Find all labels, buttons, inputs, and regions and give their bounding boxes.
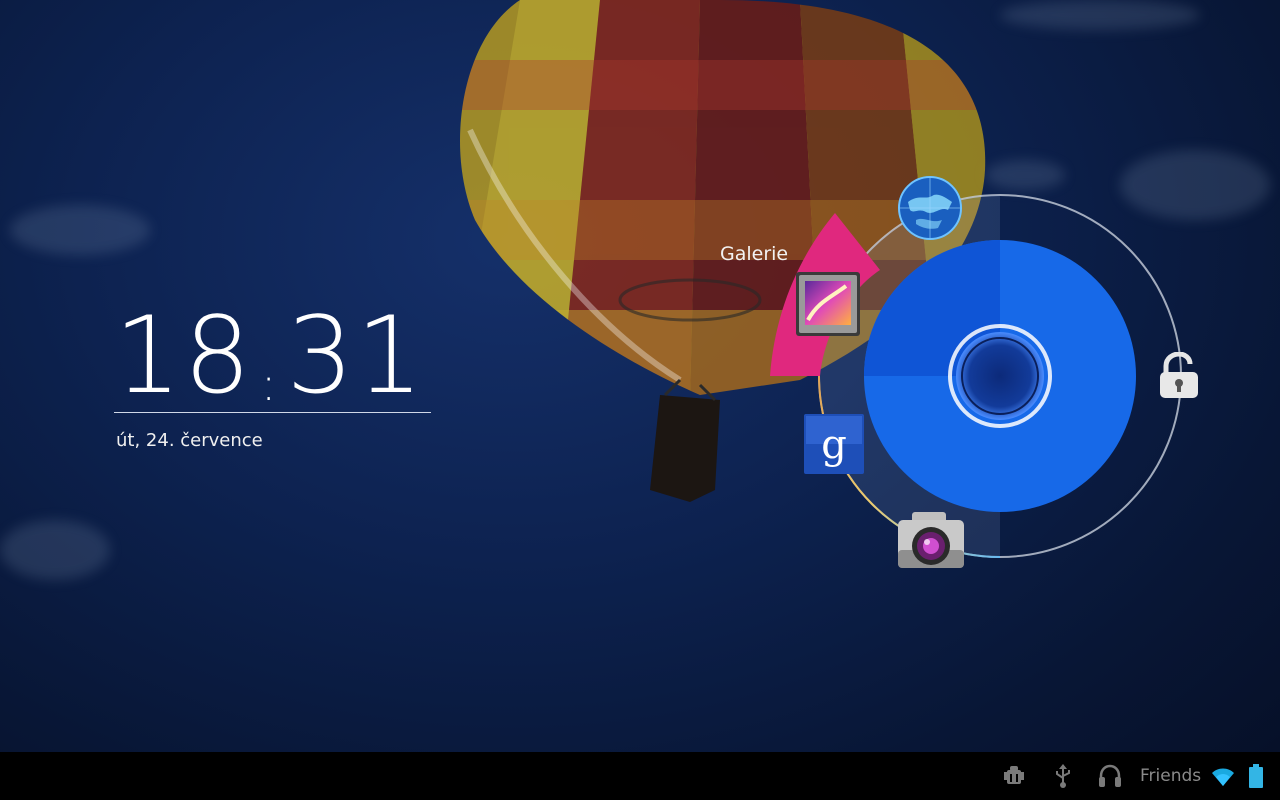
- unlock-icon: [1160, 351, 1198, 398]
- unlock-target[interactable]: [1156, 351, 1202, 400]
- google-search-target[interactable]: g: [804, 414, 864, 474]
- globe-icon: [898, 176, 962, 240]
- svg-text:g: g: [821, 422, 847, 468]
- target-label: Galerie: [720, 243, 789, 265]
- browser-target[interactable]: [898, 176, 962, 240]
- friends-label: Friends: [1140, 766, 1202, 786]
- unlock-ring-widget: Galerie g: [0, 0, 1280, 752]
- unlock-handle[interactable]: [956, 332, 1044, 420]
- gallery-target[interactable]: [796, 272, 860, 336]
- gallery-icon: [796, 272, 860, 336]
- camera-icon: [898, 512, 964, 568]
- wifi-icon: [1210, 764, 1236, 788]
- camera-target[interactable]: [896, 510, 966, 574]
- unlock-ring: [770, 194, 1182, 558]
- usb-icon: [1054, 764, 1072, 788]
- android-debug-icon: [1004, 764, 1024, 788]
- headphones-icon: [1098, 764, 1122, 788]
- status-bar: Friends: [0, 752, 1280, 800]
- google-search-icon: g: [804, 414, 864, 474]
- battery-icon: [1248, 764, 1264, 788]
